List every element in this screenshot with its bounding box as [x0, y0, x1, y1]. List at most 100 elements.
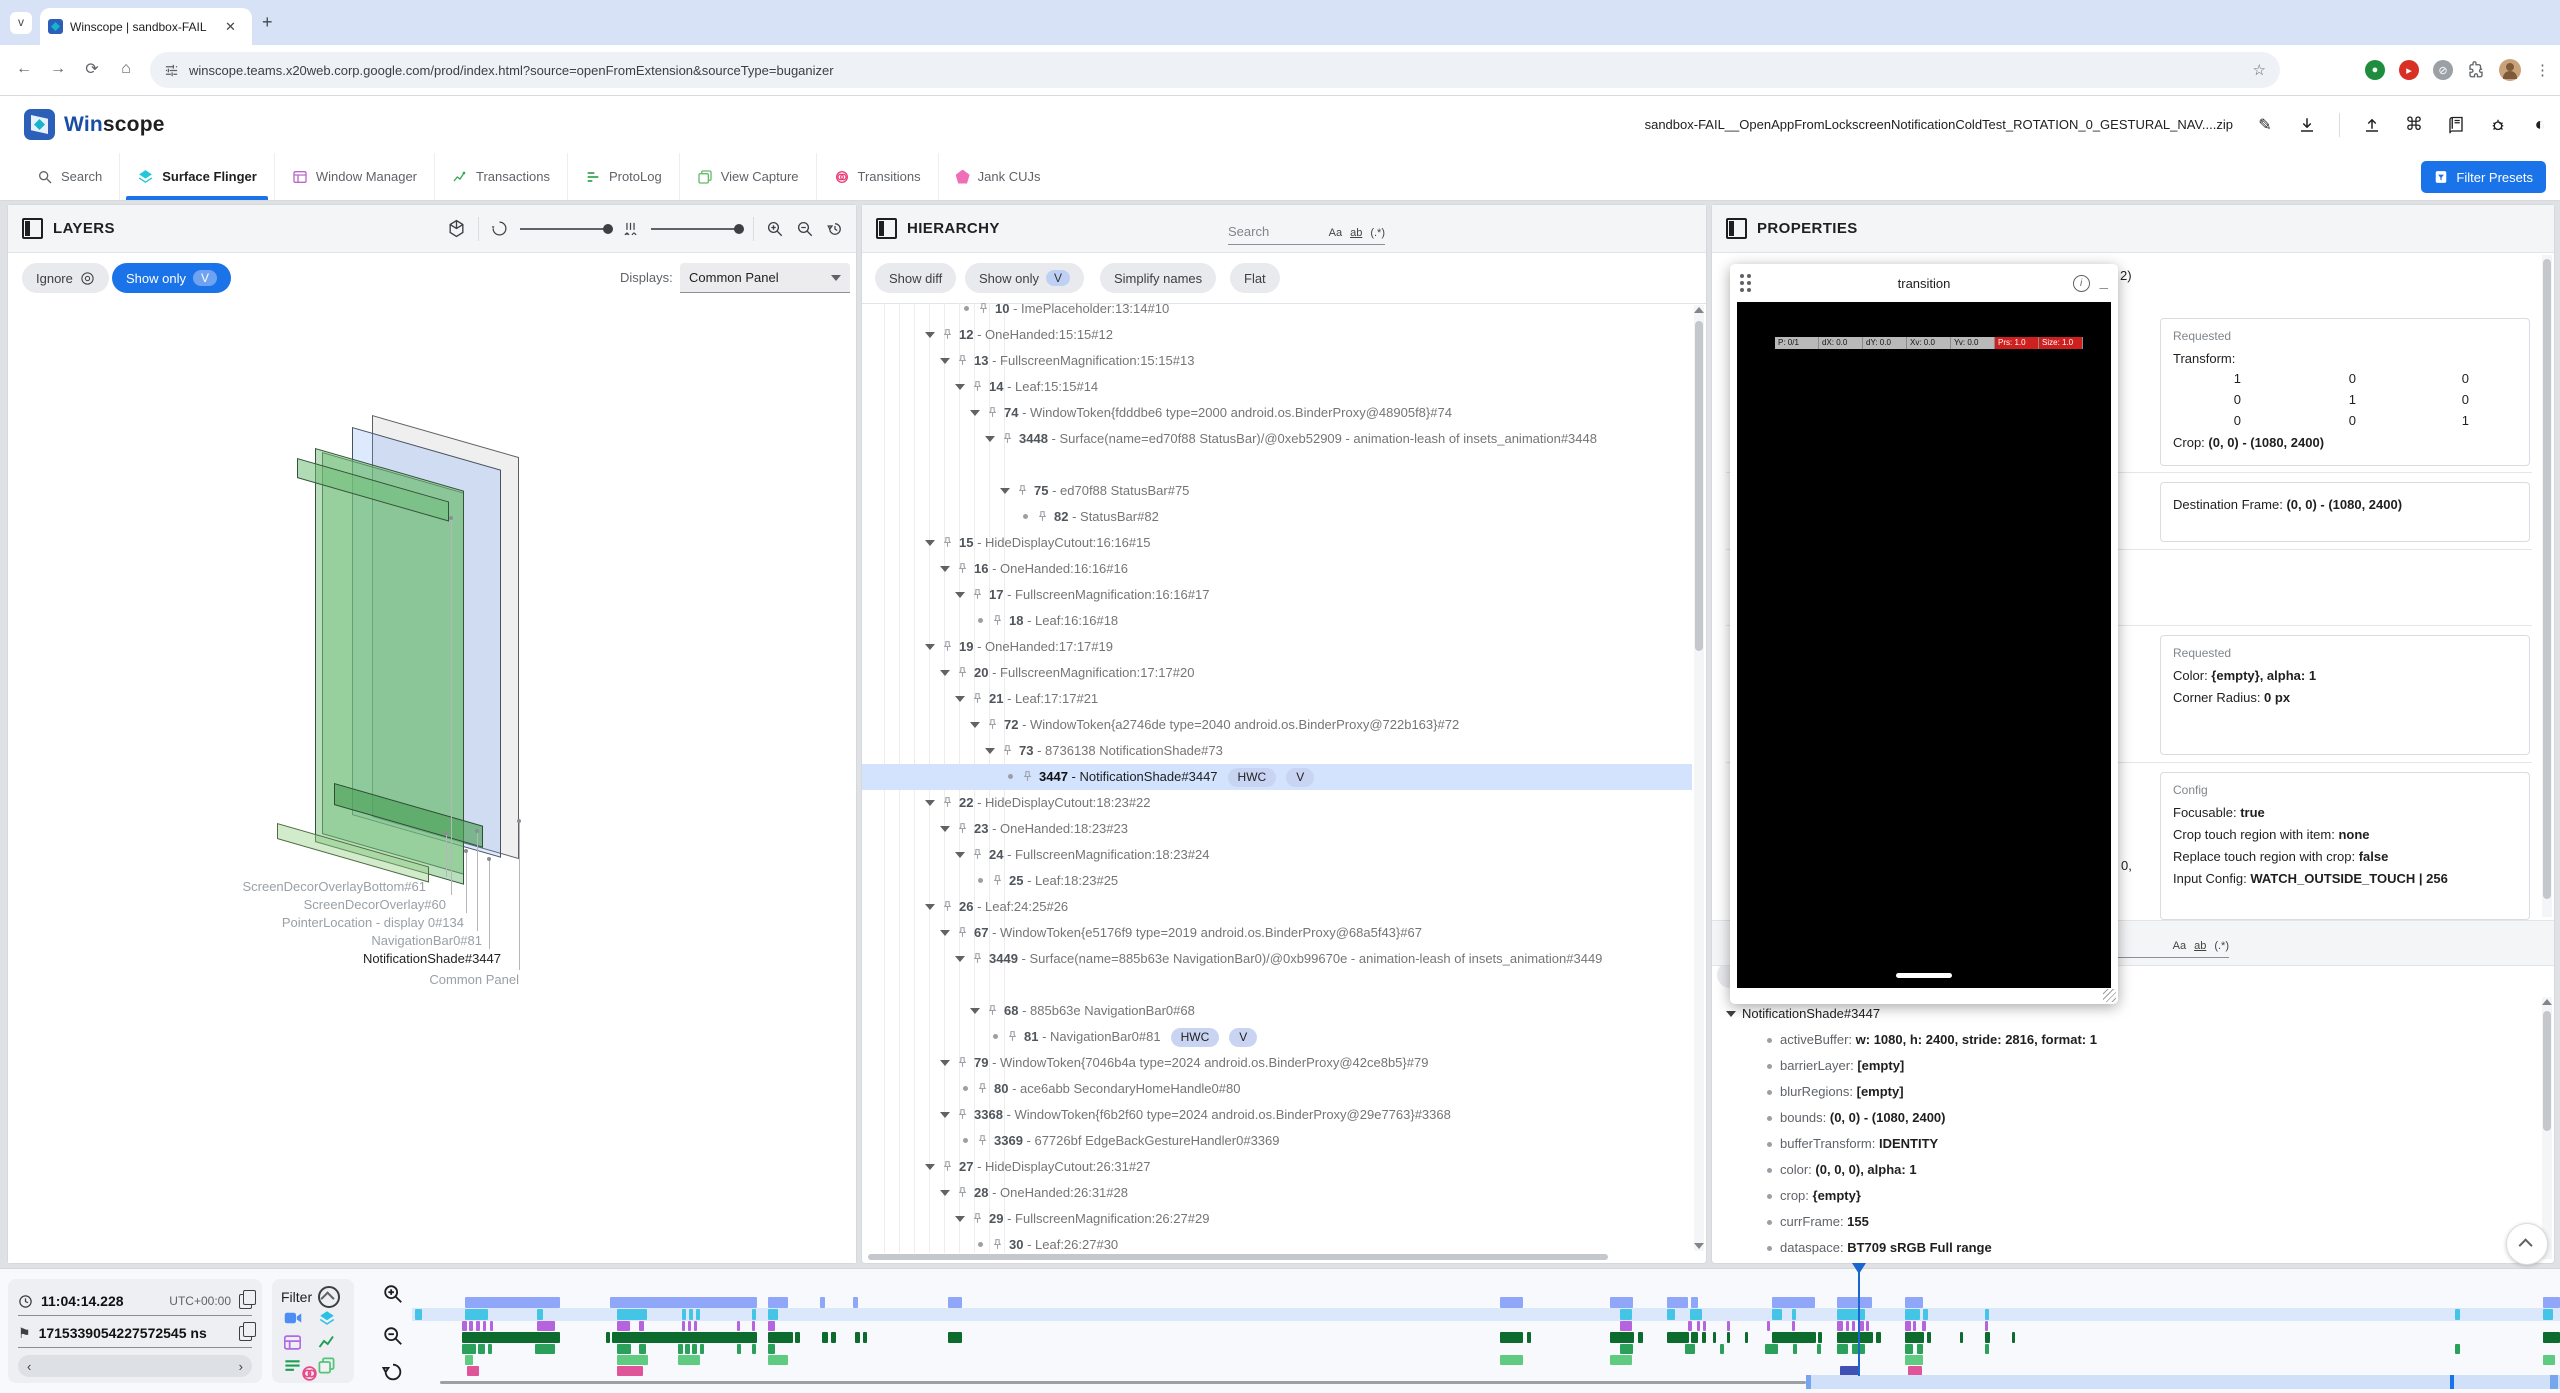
regex-icon[interactable]: (.*) [1370, 227, 1385, 239]
pin-icon[interactable] [991, 1238, 1004, 1251]
sf-trace-row-entry[interactable] [1610, 1297, 1633, 1308]
transactions-row-entry[interactable] [1610, 1332, 1634, 1343]
protolog-row-entry[interactable] [737, 1344, 741, 1354]
expand-arrow-icon[interactable] [970, 722, 980, 728]
screen-recording-row-entry[interactable] [1905, 1309, 1920, 1320]
copy-icon[interactable] [239, 1294, 252, 1309]
protolog-row-entry[interactable] [1905, 1344, 1913, 1354]
wm-trace-row-entry[interactable] [1703, 1321, 1706, 1331]
protolog-row-entry[interactable] [535, 1344, 555, 1354]
protolog-row-entry[interactable] [685, 1344, 690, 1354]
expand-arrow-icon[interactable] [925, 1164, 935, 1170]
property-item-crop[interactable]: crop: {empty} [1764, 1183, 1861, 1208]
bookmark-star-icon[interactable]: ☆ [2253, 61, 2266, 79]
pin-icon[interactable] [991, 614, 1004, 627]
resize-handle-icon[interactable] [2103, 989, 2116, 1002]
screen-recording-trace-icon[interactable] [284, 1311, 302, 1325]
pin-icon[interactable] [971, 380, 984, 393]
profile-avatar[interactable] [2499, 59, 2521, 81]
ns-timestamp-field[interactable]: ⚑ 1715339054227572545 ns [18, 1319, 252, 1348]
filter-presets-button[interactable]: Filter Presets [2421, 161, 2546, 193]
property-item-dataspace[interactable]: dataspace: BT709 sRGB Full range [1764, 1235, 1992, 1260]
panel-dock-icon[interactable] [22, 218, 43, 239]
range-handle[interactable] [2550, 1375, 2558, 1389]
hierarchy-node-20[interactable]: 20 - FullscreenMagnification:17:17#20 [862, 660, 1692, 686]
view-capture-trace-icon[interactable] [318, 1357, 335, 1374]
zoom-in-icon[interactable] [766, 220, 784, 238]
pin-icon[interactable] [941, 536, 954, 549]
pin-icon[interactable] [941, 640, 954, 653]
expand-arrow-icon[interactable] [925, 540, 935, 546]
transactions-row-entry[interactable] [795, 1332, 800, 1343]
transactions-row-entry[interactable] [1960, 1332, 1963, 1343]
protolog-trace-icon[interactable] [284, 1359, 301, 1372]
sf-trace-row-entry[interactable] [1691, 1297, 1698, 1308]
hierarchy-node-81[interactable]: 81 - NavigationBar0#81HWCV [862, 1024, 1692, 1050]
scroll-right-icon[interactable]: › [239, 1359, 243, 1374]
scroll-thumb[interactable] [1695, 321, 1703, 651]
hierarchy-node-17[interactable]: 17 - FullscreenMagnification:16:16#17 [862, 582, 1692, 608]
view-capture-row-entry[interactable] [2543, 1355, 2555, 1365]
screen-recording-row-entry[interactable] [2543, 1309, 2553, 1320]
extension-disabled-icon[interactable]: ⊘ [2433, 60, 2453, 80]
timeline-reset-zoom-icon[interactable] [382, 1361, 404, 1383]
expand-arrow-icon[interactable] [955, 852, 965, 858]
hierarchy-node-12[interactable]: 12 - OneHanded:15:15#12 [862, 322, 1692, 348]
transactions-row-entry[interactable] [1527, 1332, 1531, 1343]
layer-label-4[interactable]: NotificationShade#3447 [363, 951, 501, 966]
screen-recording-row-entry[interactable] [768, 1309, 778, 1320]
protolog-row-entry[interactable] [1852, 1344, 1865, 1354]
wm-trace-row-entry[interactable] [737, 1321, 740, 1331]
timeline-zoom-out-icon[interactable] [382, 1325, 404, 1347]
panel-dock-icon[interactable] [876, 218, 897, 239]
hierarchy-node-68[interactable]: 68 - 885b63e NavigationBar0#68 [862, 998, 1692, 1024]
protolog-row-entry[interactable] [692, 1344, 697, 1354]
protolog-row-entry[interactable] [1917, 1344, 1923, 1354]
tab-window-manager[interactable]: Window Manager [274, 153, 434, 200]
expand-arrow-icon[interactable] [1000, 488, 1010, 494]
property-item-bounds[interactable]: bounds: (0, 0) - (1080, 2400) [1764, 1105, 1946, 1130]
pin-icon[interactable] [986, 1004, 999, 1017]
expand-arrow-icon[interactable] [940, 358, 950, 364]
show-only-chip[interactable]: Show onlyV [965, 263, 1084, 293]
upload-icon[interactable] [2362, 115, 2382, 135]
property-item-currFrame[interactable]: currFrame: 155 [1764, 1209, 1869, 1234]
home-icon[interactable]: ⌂ [116, 59, 136, 79]
expand-arrow-icon[interactable] [925, 332, 935, 338]
sf-trace-row-entry[interactable] [1500, 1297, 1523, 1308]
wm-trace-row-entry[interactable] [1985, 1321, 1988, 1331]
hierarchy-node-75[interactable]: 75 - ed70f88 StatusBar#75 [862, 478, 1692, 504]
tab-protolog[interactable]: ProtoLog [567, 153, 679, 200]
pin-icon[interactable] [956, 354, 969, 367]
protolog-row-entry[interactable] [1837, 1344, 1848, 1354]
transactions-row-entry[interactable] [612, 1332, 757, 1343]
pin-icon[interactable] [956, 926, 969, 939]
transactions-row-entry[interactable] [462, 1332, 560, 1343]
hierarchy-node-15[interactable]: 15 - HideDisplayCutout:16:16#15 [862, 530, 1692, 556]
sf-trace-row-entry[interactable] [1905, 1297, 1923, 1308]
pin-icon[interactable] [1021, 770, 1034, 783]
regex-icon[interactable]: (.*) [2214, 940, 2229, 952]
expand-arrow-icon[interactable] [940, 1060, 950, 1066]
sf-trace-row-entry[interactable] [465, 1297, 560, 1308]
pin-icon[interactable] [956, 1186, 969, 1199]
ignore-chip[interactable]: Ignore [22, 263, 109, 293]
pin-icon[interactable] [977, 303, 990, 315]
layer-label-0[interactable]: ScreenDecorOverlayBottom#61 [242, 879, 426, 894]
protolog-row-entry[interactable] [1685, 1344, 1695, 1354]
screen-recording-row-entry[interactable] [1772, 1309, 1782, 1320]
sf-trace-row-entry[interactable] [1837, 1297, 1872, 1308]
pin-icon[interactable] [941, 1160, 954, 1173]
browser-menu-kebab-icon[interactable]: ⋮ [2535, 61, 2550, 79]
pin-icon[interactable] [1016, 484, 1029, 497]
pin-icon[interactable] [941, 900, 954, 913]
screen-recording-row-entry[interactable] [689, 1309, 693, 1320]
sf-trace-row-entry[interactable] [1772, 1297, 1815, 1308]
protolog-row-entry[interactable] [752, 1344, 756, 1354]
wm-trace-row-entry[interactable] [752, 1321, 755, 1331]
property-item-activeBuffer[interactable]: activeBuffer: w: 1080, h: 2400, stride: … [1764, 1027, 2097, 1052]
protolog-row-entry[interactable] [1720, 1344, 1724, 1354]
transactions-row-entry[interactable] [1500, 1332, 1523, 1343]
expand-arrow-icon[interactable] [940, 670, 950, 676]
window-manager-trace-icon[interactable] [284, 1335, 301, 1350]
